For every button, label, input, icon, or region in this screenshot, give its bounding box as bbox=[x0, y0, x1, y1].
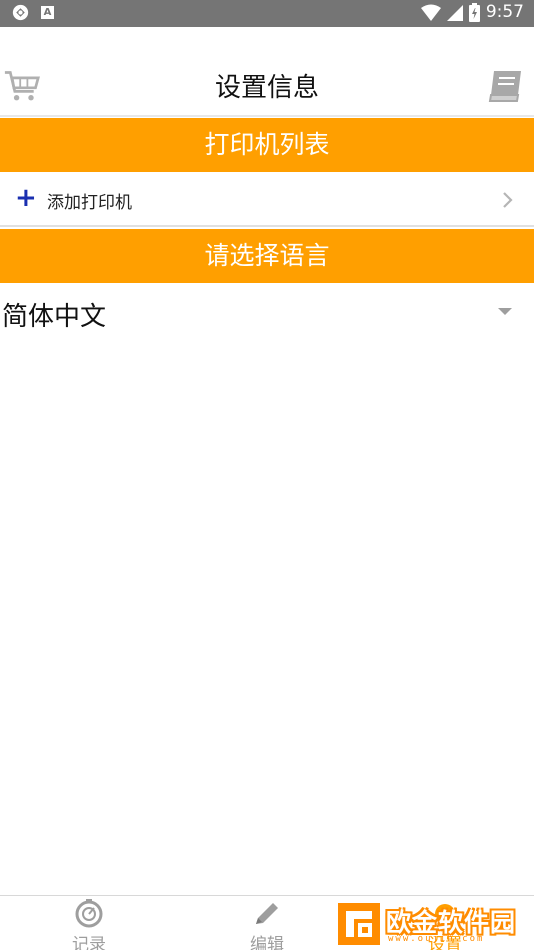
nav-record-label: 记录 bbox=[72, 935, 106, 950]
dropdown-arrow-icon bbox=[498, 308, 512, 315]
pencil-icon bbox=[256, 903, 278, 924]
nav-edit-label: 编辑 bbox=[250, 935, 284, 950]
watermark-logo bbox=[338, 903, 380, 945]
book-icon[interactable] bbox=[488, 69, 524, 103]
printer-list-header: 打印机列表 bbox=[0, 118, 534, 172]
sync-icon bbox=[12, 4, 29, 21]
page-title: 设置信息 bbox=[214, 73, 319, 103]
chevron-right-icon bbox=[503, 192, 513, 208]
clock: 9:57 bbox=[485, 2, 524, 22]
nav-record[interactable]: 记录 bbox=[0, 896, 178, 950]
signal-icon bbox=[446, 4, 463, 21]
language-select[interactable]: 简体中文 bbox=[0, 284, 534, 340]
status-bar: A 9:57 bbox=[0, 0, 534, 27]
header: 设置信息 bbox=[0, 27, 534, 117]
record-icon bbox=[75, 899, 103, 928]
language-selected-value: 简体中文 bbox=[2, 302, 107, 332]
nav-edit[interactable]: 编辑 bbox=[178, 896, 356, 950]
watermark: 欧金软件园 www.oujin.com bbox=[336, 897, 534, 950]
watermark-url: www.oujin.com bbox=[388, 934, 485, 944]
battery-icon bbox=[468, 2, 480, 22]
add-printer-label: 添加打印机 bbox=[47, 193, 132, 213]
plus-icon: + bbox=[15, 183, 37, 213]
a-notification-icon: A bbox=[41, 6, 54, 19]
wifi-icon bbox=[420, 4, 441, 21]
add-printer-row[interactable]: + 添加打印机 bbox=[0, 172, 534, 227]
language-header: 请选择语言 bbox=[0, 229, 534, 283]
